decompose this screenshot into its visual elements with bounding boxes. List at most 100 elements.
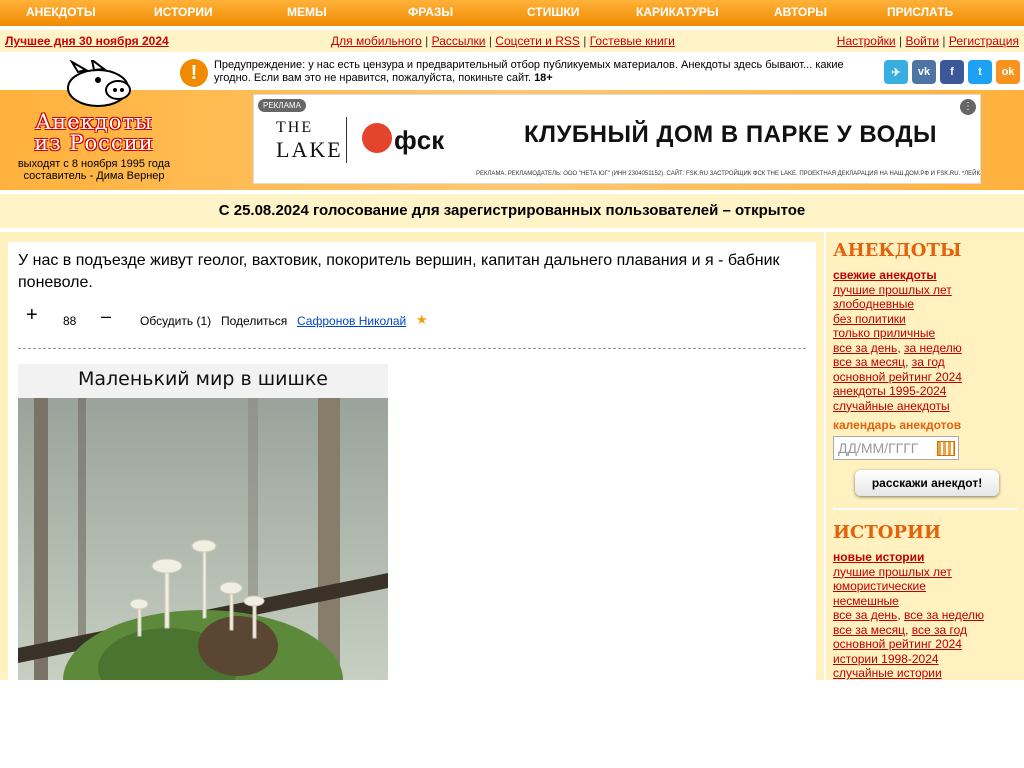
istorii-heading: ИСТОРИИ — [833, 522, 941, 543]
sidebar-link[interactable]: юмористические — [833, 579, 1024, 594]
joke-text: У нас в подъезде живут геолог, вахтовик,… — [18, 252, 780, 291]
sidebar-link[interactable]: все за день — [833, 608, 897, 622]
guestbook-link[interactable]: Гостевые книги — [590, 34, 675, 48]
vk-icon[interactable]: vk — [912, 60, 936, 84]
sidebar-link[interactable]: без политики — [833, 312, 1024, 327]
ad-headline: КЛУБНЫЙ ДОМ В ПАРКЕ У ВОДЫ — [524, 121, 938, 148]
logo-subtitle-line2: составитель - Дима Вернер — [23, 170, 165, 182]
sidebar-link[interactable]: злободневные — [833, 297, 1024, 312]
discuss-link[interactable]: Обсудить (1) — [140, 314, 211, 328]
sidebar-link[interactable]: основной рейтинг 2024 — [833, 370, 1024, 385]
sidebar-link[interactable]: все за год — [912, 623, 967, 637]
fsk-logo-icon — [362, 123, 392, 153]
sidebar-pair: все за месяц, все за год — [833, 622, 968, 637]
sidebar-link[interactable]: истории 1998-2024 — [833, 652, 1024, 667]
twitter-icon[interactable]: t — [968, 60, 992, 84]
ad-brand-lake: THE LAKE — [276, 117, 343, 161]
separator: | — [488, 34, 492, 48]
register-link[interactable]: Регистрация — [949, 34, 1019, 48]
anekdoty-heading: АНЕКДОТЫ — [833, 240, 962, 261]
sidebar-link[interactable]: случайные анекдоты — [833, 399, 1024, 414]
vote-row: + 88 – Обсудить (1) Поделиться Сафронов … — [18, 304, 798, 330]
facebook-icon[interactable]: f — [940, 60, 964, 84]
sidebar-pair: все за месяц, за год — [833, 355, 945, 369]
nav-memy[interactable]: МЕМЫ — [287, 5, 327, 19]
sidebar-link[interactable]: анекдоты 1995-2024 — [833, 384, 1024, 399]
settings-link[interactable]: Настройки — [837, 34, 896, 48]
share-button[interactable]: Поделиться — [221, 314, 287, 328]
divider — [18, 348, 806, 349]
nav-istorii[interactable]: ИСТОРИИ — [154, 5, 213, 19]
age-rating: 18+ — [534, 72, 553, 84]
voting-notice: С 25.08.2024 голосование для зарегистрир… — [0, 194, 1024, 228]
sidebar-link[interactable]: лучшие прошлых лет — [833, 283, 1024, 298]
main-column: У нас в подъезде живут геолог, вахтовик,… — [0, 232, 824, 680]
meme-title: Маленький мир в шишке — [77, 368, 328, 390]
calendar-icon[interactable] — [937, 441, 955, 456]
meme-title-bar: Маленький мир в шишке — [18, 364, 388, 398]
new-stories-link[interactable]: новые истории — [833, 550, 1024, 565]
logo-subtitle: выходят с 8 ноября 1995 года составитель… — [8, 158, 180, 182]
separator: | — [942, 34, 946, 48]
sidebar-link[interactable]: несмешные — [833, 594, 1024, 609]
sidebar-pair: все за день, за неделю — [833, 340, 962, 355]
logo-title-line2: из России — [34, 131, 154, 155]
separator: | — [898, 34, 903, 48]
logo-subtitle-line1: выходят с 8 ноября 1995 года — [17, 158, 171, 170]
sidebar-link[interactable]: все за день — [833, 341, 897, 355]
ad-menu-icon[interactable]: ⋮ — [960, 99, 976, 115]
logo-title-line1: Анекдоты — [35, 110, 153, 134]
separator: | — [425, 34, 429, 48]
calendar-label: календарь анекдотов — [833, 418, 962, 432]
nav-frazy[interactable]: ФРАЗЫ — [408, 5, 453, 19]
meme-image: Маленький мир в шишке — [18, 364, 388, 680]
sidebar: АНЕКДОТЫ свежие анекдоты лучшие прошлых … — [826, 232, 1024, 680]
author-link[interactable]: Сафронов Николай — [297, 314, 406, 328]
vote-plus-button[interactable]: + — [26, 304, 38, 327]
mobile-link[interactable]: Для мобильного — [331, 34, 422, 48]
sidebar-content: АНЕКДОТЫ свежие анекдоты лучшие прошлых … — [826, 232, 1024, 680]
social-icons: ✈ vk f t ok — [884, 60, 1020, 84]
warning-row: ! Предупреждение: у нас есть цензура и п… — [180, 56, 1020, 88]
account-links: Настройки | Войти | Регистрация — [837, 34, 1019, 48]
ad-brand-lake-line2: LAKE — [276, 137, 343, 162]
ad-legal-text: РЕКЛАМА. РЕКЛАМОДАТЕЛЬ: ООО "НЕТА ЮГ" (И… — [476, 171, 980, 177]
tell-joke-button[interactable]: расскажи анекдот! — [855, 470, 999, 496]
sidebar-link[interactable]: все за месяц — [833, 355, 905, 369]
calendar-date-input[interactable]: ДД/ММ/ГГГГ — [833, 436, 959, 460]
nav-stishki[interactable]: СТИШКИ — [527, 5, 579, 19]
sidebar-link[interactable]: все за месяц — [833, 623, 905, 637]
warning-icon: ! — [180, 59, 208, 87]
fresh-jokes-link[interactable]: свежие анекдоты — [833, 268, 1024, 283]
center-links: Для мобильного | Рассылки | Соцсети и RS… — [331, 34, 675, 48]
sidebar-link[interactable]: основной рейтинг 2024 — [833, 637, 1024, 652]
rating-count: 88 — [63, 314, 77, 328]
ad-brand-fsk: фск — [394, 125, 445, 155]
calendar-placeholder: ДД/ММ/ГГГГ — [838, 440, 919, 456]
best-of-day-link[interactable]: Лучшее дня 30 ноября 2024 — [5, 34, 169, 48]
sidebar-link[interactable]: за неделю — [904, 341, 962, 355]
pig-logo-icon — [67, 60, 131, 107]
sidebar-link[interactable]: только приличные — [833, 326, 1024, 341]
sidebar-link[interactable]: все за неделю — [904, 608, 984, 622]
sidebar-link[interactable]: случайные истории — [833, 666, 1024, 681]
mailing-link[interactable]: Рассылки — [432, 34, 486, 48]
social-rss-link[interactable]: Соцсети и RSS — [495, 34, 580, 48]
login-link[interactable]: Войти — [905, 34, 939, 48]
odnoklassniki-icon[interactable]: ok — [996, 60, 1020, 84]
nav-anekdoty[interactable]: АНЕКДОТЫ — [26, 5, 96, 19]
nav-avtory[interactable]: АВТОРЫ — [774, 5, 827, 19]
ad-banner[interactable]: РЕКЛАМА ⋮ THE LAKE фск КЛУБНЫЙ ДОМ В ПАР… — [253, 94, 981, 184]
sidebar-divider — [833, 508, 1018, 510]
sidebar-link[interactable]: за год — [912, 355, 945, 369]
ad-divider — [346, 117, 347, 163]
telegram-icon[interactable]: ✈ — [884, 60, 908, 84]
nav-prislat[interactable]: ПРИСЛАТЬ — [887, 5, 953, 19]
site-logo[interactable]: Анекдоты из России выходят с 8 ноября 19… — [8, 58, 180, 186]
ad-brand-lake-line1: THE — [276, 119, 314, 136]
sidebar-pair: все за день, все за неделю — [833, 608, 985, 622]
sidebar-link[interactable]: лучшие прошлых лет — [833, 565, 1024, 580]
mushroom-photo — [18, 398, 388, 680]
vote-minus-button[interactable]: – — [101, 306, 111, 327]
nav-karikatury[interactable]: КАРИКАТУРЫ — [636, 5, 719, 19]
